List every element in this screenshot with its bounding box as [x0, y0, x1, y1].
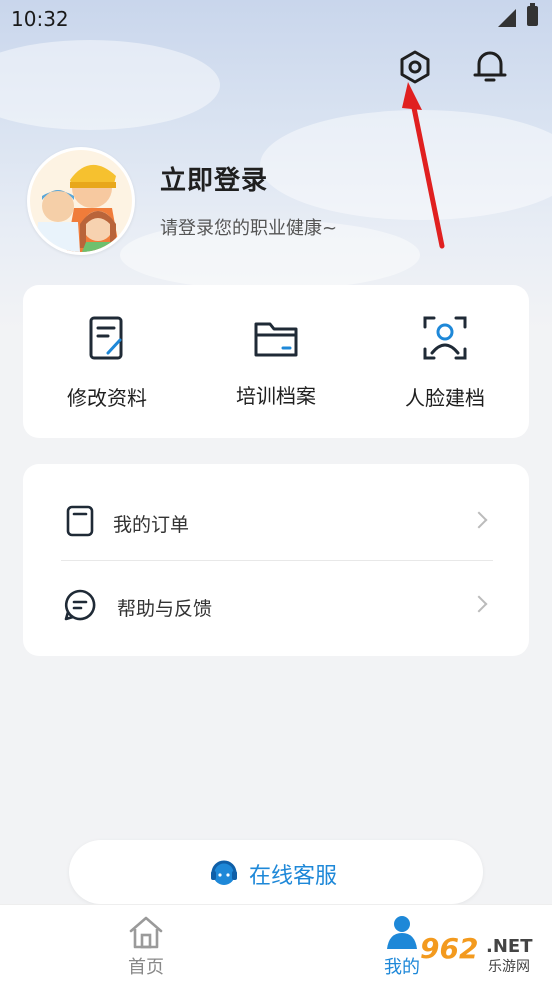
home-icon: [129, 916, 163, 949]
headset-icon: [211, 860, 237, 885]
chevron-right-icon: [470, 511, 488, 529]
quick-action-label: 培训档案: [236, 384, 316, 408]
status-time: 10:32: [11, 7, 69, 31]
chevron-right-icon: [470, 595, 488, 613]
folder-icon: [254, 322, 298, 357]
watermark-text: 乐游网: [488, 959, 530, 975]
face-enroll-button[interactable]: 人脸建档: [361, 285, 529, 438]
quick-action-label: 人脸建档: [405, 386, 485, 410]
online-service-button[interactable]: 在线客服: [69, 840, 483, 904]
watermark-logo: 962 .NET 乐游网: [414, 932, 550, 976]
menu-item-orders[interactable]: 我的订单: [23, 470, 529, 564]
face-scan-icon: [423, 316, 467, 360]
edit-document-icon: [89, 316, 123, 360]
signal-icon: [498, 9, 516, 27]
order-icon: [66, 505, 94, 537]
menu-item-label: 我的订单: [113, 514, 190, 536]
online-service-label: 在线客服: [249, 864, 338, 889]
status-bar: 10:32: [0, 0, 552, 38]
annotation-arrow: [402, 82, 445, 249]
edit-profile-button[interactable]: 修改资料: [23, 285, 191, 438]
menu-item-feedback[interactable]: 帮助与反馈: [23, 554, 529, 648]
battery-icon: [527, 3, 538, 26]
tab-home[interactable]: 首页: [8, 905, 284, 981]
login-subtitle: 请登录您的职业健康~: [160, 218, 338, 239]
quick-action-label: 修改资料: [67, 386, 147, 410]
menu-item-label: 帮助与反馈: [117, 598, 213, 620]
menu-card: 我的订单 帮助与反馈: [23, 464, 529, 656]
tab-label: 首页: [128, 957, 164, 978]
avatar[interactable]: [27, 147, 135, 255]
quick-actions-card: 修改资料 培训档案 人脸建档: [23, 285, 529, 438]
watermark-net: .NET: [486, 936, 533, 957]
login-title[interactable]: 立即登录: [160, 160, 268, 197]
bell-icon[interactable]: [470, 46, 510, 86]
training-records-button[interactable]: 培训档案: [192, 285, 360, 438]
feedback-icon: [64, 589, 96, 621]
watermark-brand: 962: [420, 932, 479, 965]
